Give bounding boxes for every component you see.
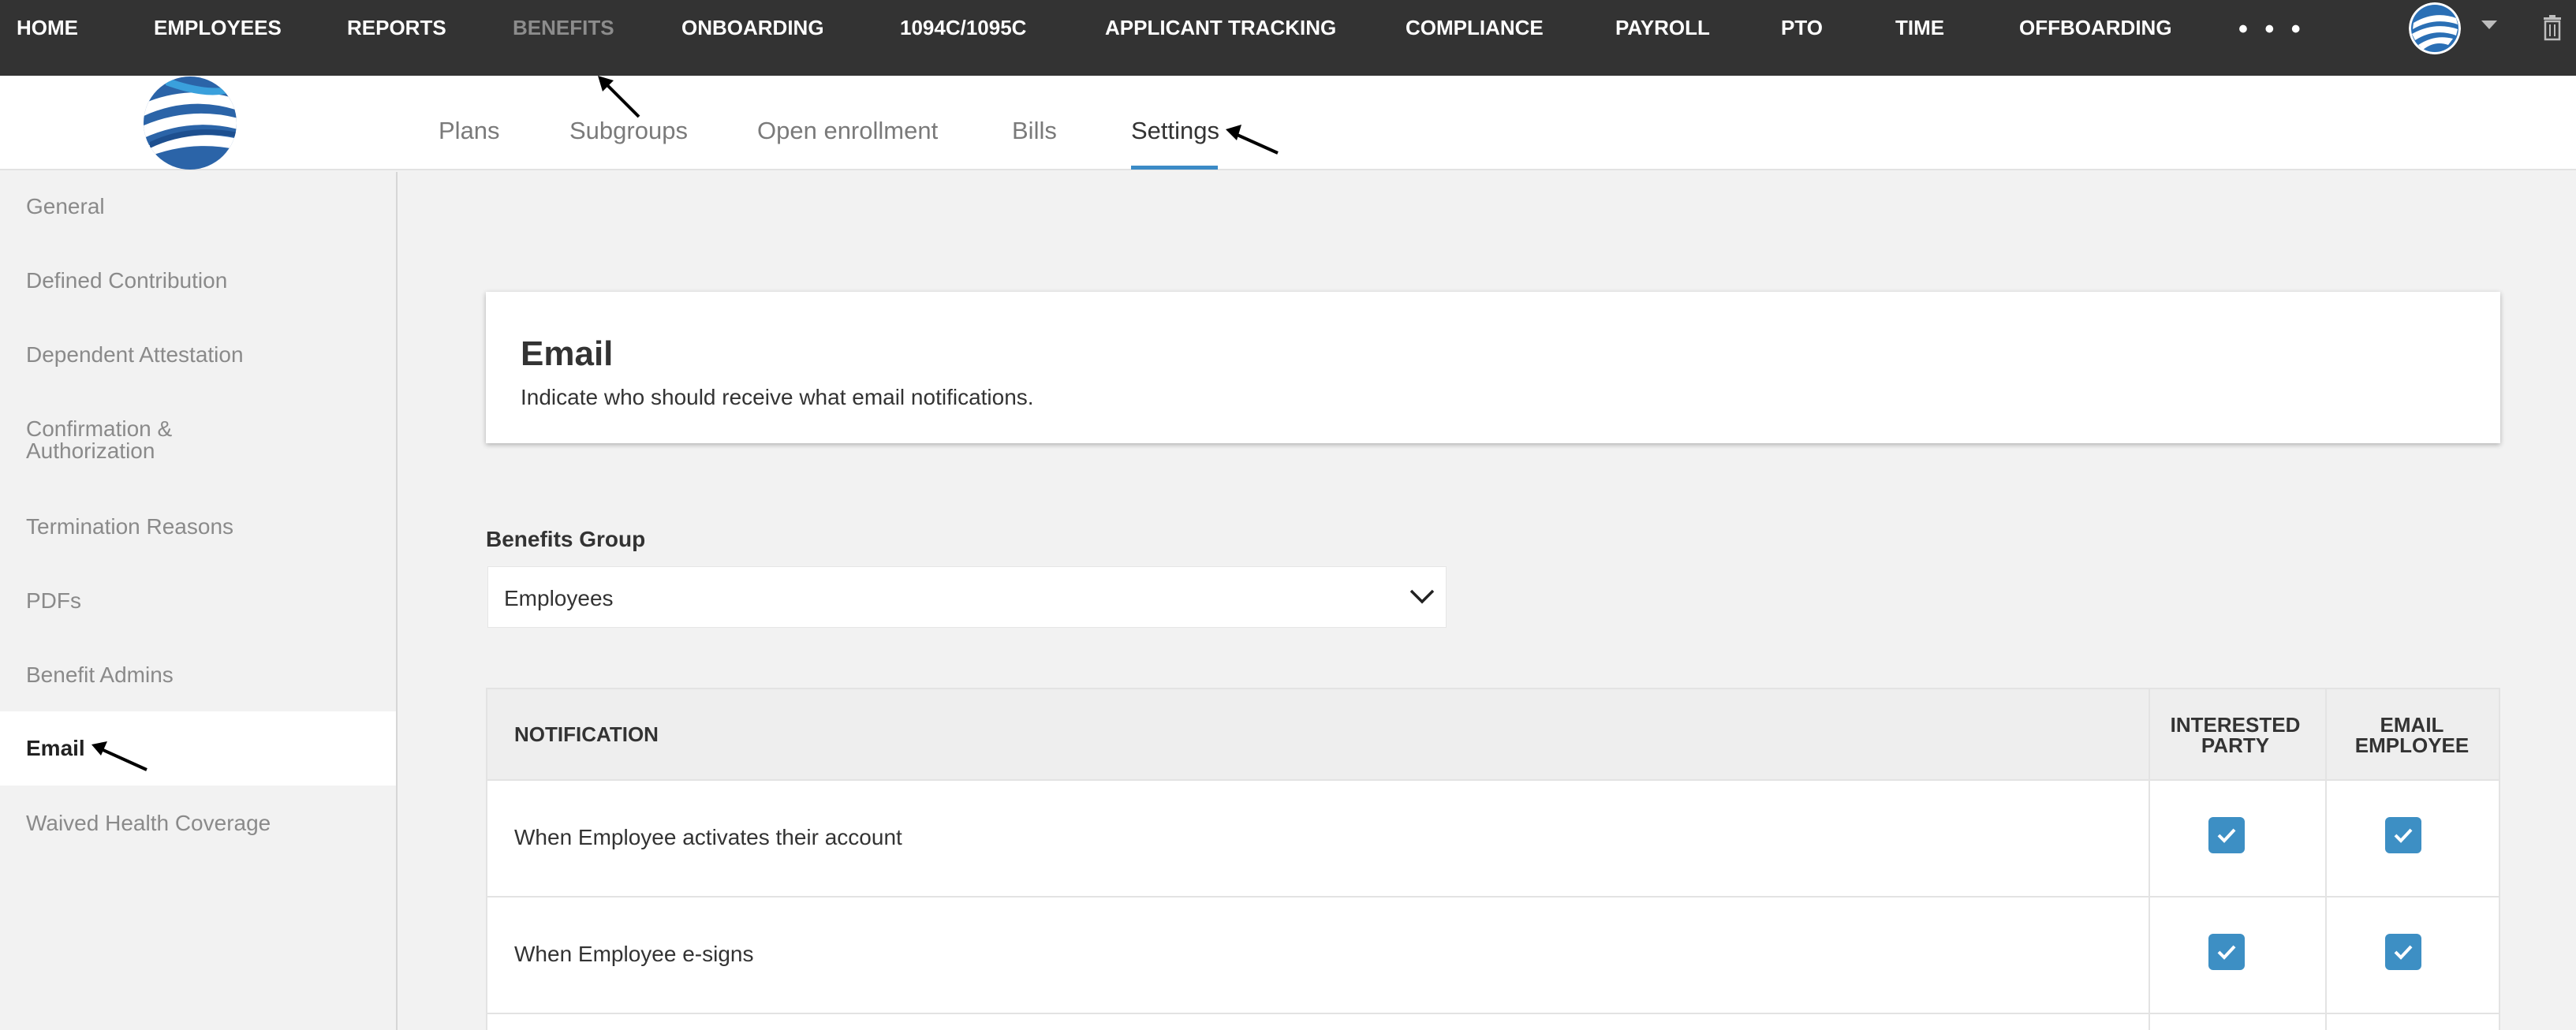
checkmark-icon — [2394, 828, 2413, 843]
sidebar-item-benefit-admins[interactable]: Benefit Admins — [0, 664, 396, 686]
column-header-email-employee: EMAIL EMPLOYEE — [2354, 713, 2470, 757]
email-employee-checkbox[interactable] — [2385, 817, 2421, 853]
page-title: Email — [521, 334, 614, 373]
benefits-group-label: Benefits Group — [486, 527, 646, 551]
table-header: NOTIFICATION INTERESTED PARTY EMAIL EMPL… — [487, 689, 2499, 781]
notifications-table: NOTIFICATION INTERESTED PARTY EMAIL EMPL… — [486, 688, 2500, 1030]
benefits-group-value: Employees — [504, 586, 614, 610]
tab-bills[interactable]: Bills — [1012, 117, 1057, 145]
caret-down-icon[interactable] — [2481, 21, 2497, 29]
nav-payroll[interactable]: PAYROLL — [1615, 0, 1710, 55]
email-employee-checkbox[interactable] — [2385, 934, 2421, 970]
table-row: When Employee e-signs — [487, 898, 2499, 1014]
sidebar-item-general[interactable]: General — [0, 196, 396, 218]
benefits-subnav: Plans Subgroups Open enrollment Bills Se… — [0, 76, 2576, 170]
interested-party-checkbox[interactable] — [2208, 817, 2245, 853]
checkmark-icon — [2217, 945, 2236, 960]
column-divider — [2325, 689, 2327, 1030]
annotation-arrow-icon — [91, 741, 147, 771]
user-avatar[interactable] — [2409, 2, 2461, 54]
nav-time[interactable]: TIME — [1895, 0, 1944, 55]
notification-label: When Employee e-signs — [514, 942, 754, 966]
nav-applicant-tracking[interactable]: APPLICANT TRACKING — [1105, 0, 1336, 55]
nav-pto[interactable]: PTO — [1781, 0, 1823, 55]
avatar-globe-icon — [2409, 2, 2461, 54]
sidebar-item-termination-reasons[interactable]: Termination Reasons — [0, 516, 396, 538]
page-description: Indicate who should receive what email n… — [521, 385, 1034, 409]
sidebar-item-dependent-attestation[interactable]: Dependent Attestation — [0, 344, 396, 366]
settings-sidebar: General Defined Contribution Dependent A… — [0, 172, 398, 1030]
checkmark-icon — [2394, 945, 2413, 960]
tab-plans[interactable]: Plans — [439, 117, 500, 145]
nav-onboarding[interactable]: ONBOARDING — [681, 0, 824, 55]
nav-benefits[interactable]: BENEFITS — [513, 0, 614, 55]
tab-open-enrollment[interactable]: Open enrollment — [757, 117, 938, 145]
active-tab-indicator — [1131, 166, 1218, 170]
column-header-notification: NOTIFICATION — [514, 722, 659, 746]
annotation-arrow-icon — [598, 76, 640, 118]
nav-employees[interactable]: EMPLOYEES — [154, 0, 282, 55]
table-row: When Employee activates their account — [487, 781, 2499, 898]
annotation-arrow-icon — [1226, 125, 1279, 155]
nav-home[interactable]: HOME — [17, 0, 78, 55]
sidebar-item-defined-contribution[interactable]: Defined Contribution — [0, 270, 396, 292]
trash-icon[interactable] — [2541, 14, 2563, 41]
sidebar-item-confirmation-authorization[interactable]: Confirmation & Authorization — [0, 418, 252, 462]
nav-1094c-1095c[interactable]: 1094C/1095C — [900, 0, 1026, 55]
company-logo — [144, 77, 237, 170]
notification-label: When Employee activates their account — [514, 825, 902, 849]
nav-reports[interactable]: REPORTS — [347, 0, 446, 55]
top-navigation-bar: HOME EMPLOYEES REPORTS BENEFITS ONBOARDI… — [0, 0, 2576, 76]
chevron-down-icon — [1409, 589, 1435, 604]
nav-offboarding[interactable]: OFFBOARDING — [2019, 0, 2172, 55]
sidebar-item-waived-health-coverage[interactable]: Waived Health Coverage — [0, 812, 396, 834]
checkmark-icon — [2217, 828, 2236, 843]
email-settings-card: Email Indicate who should receive what e… — [486, 292, 2500, 443]
interested-party-checkbox[interactable] — [2208, 934, 2245, 970]
sidebar-item-email[interactable]: Email — [0, 711, 396, 786]
column-divider — [2149, 689, 2150, 1030]
column-header-interested-party: INTERESTED PARTY — [2170, 713, 2301, 757]
sidebar-item-pdfs[interactable]: PDFs — [0, 590, 396, 612]
benefits-group-select[interactable]: Employees — [487, 566, 1447, 628]
more-menu-icon[interactable]: • • • — [2238, 0, 2305, 58]
tab-settings[interactable]: Settings — [1131, 117, 1219, 145]
nav-compliance[interactable]: COMPLIANCE — [1406, 0, 1544, 55]
